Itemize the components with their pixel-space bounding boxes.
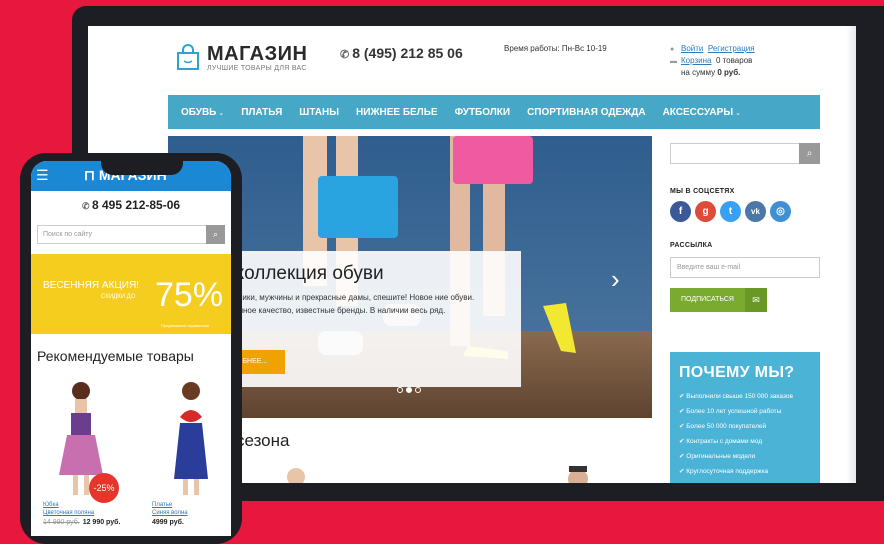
- main-nav: ОБУВЬ ⌄ ПЛАТЬЯ ШТАНЫ НИЖНЕЕ БЕЛЬЕ ФУТБОЛК…: [168, 95, 820, 129]
- slider-next-icon[interactable]: ›: [611, 264, 620, 295]
- register-link[interactable]: Регистрация: [708, 44, 755, 53]
- why-us-box: ПОЧЕМУ МЫ? ✔ Выполнили свыше 150 000 зак…: [670, 352, 820, 483]
- mobile-phone[interactable]: ✆ 8 495 212-85-06: [31, 198, 231, 212]
- social-links: f g t vk ◎: [670, 201, 820, 222]
- search-icon[interactable]: ⌕: [206, 225, 225, 244]
- phone-frame: ☰ ⊓ МАГАЗИН ✆ 8 495 212-85-06 Поиск по с…: [20, 153, 242, 544]
- product-grid: -25% Юбка Цветочная поляна Платье Синяя во…: [31, 379, 231, 536]
- why-us-title: ПОЧЕМУ МЫ?: [679, 364, 795, 381]
- google-plus-icon[interactable]: g: [695, 201, 716, 222]
- why-us-item: ✔ Более 10 лет успешной работы: [679, 408, 782, 415]
- why-us-item: ✔ Контракты с домами мод: [679, 438, 763, 445]
- why-us-item: ✔ Круглосуточная поддержка: [679, 468, 769, 475]
- user-box: ● Войти Регистрация ▬ Корзина 0 товаров на…: [670, 43, 755, 78]
- user-icon: ●: [670, 46, 675, 53]
- promo-subtitle: СКИДКИ ДО: [101, 294, 136, 300]
- working-hours: Время работы: Пн-Вс 10-19: [504, 44, 607, 53]
- season-products-preview: [287, 466, 588, 483]
- nav-item-tshirts[interactable]: ФУТБОЛКИ: [455, 107, 511, 118]
- site-logo[interactable]: МАГАЗИН ЛУЧШИЕ ТОВАРЫ ДЛЯ ВАС: [177, 43, 307, 72]
- discount-badge: -25%: [89, 473, 119, 503]
- subscribe-row: ПОДПИСАТЬСЯ ✉: [670, 288, 820, 312]
- slider-dot[interactable]: [397, 387, 403, 393]
- why-us-item: ✔ Более 50 000 покупателей: [679, 423, 767, 430]
- search-icon[interactable]: ⌕: [799, 143, 820, 164]
- nav-item-dresses[interactable]: ПЛАТЬЯ: [241, 107, 282, 118]
- social-heading: МЫ В СОЦСЕТЯХ: [670, 188, 735, 195]
- recommended-title: Рекомендуемые товары: [37, 348, 194, 364]
- instagram-icon[interactable]: ◎: [770, 201, 791, 222]
- promo-note: Предложение ограничено: [161, 323, 210, 328]
- cart-items: 0 товаров: [715, 56, 753, 65]
- hero-title: я коллекция обуви: [220, 263, 384, 284]
- shopping-bag-icon: ⊓: [84, 167, 99, 183]
- why-us-item: ✔ Оригинальные модели: [679, 453, 756, 460]
- email-field[interactable]: Введите ваш e-mail: [670, 257, 820, 278]
- product-price: 14 990 руб. 12 990 руб.: [43, 519, 121, 526]
- logo-tagline: ЛУЧШИЕ ТОВАРЫ ДЛЯ ВАС: [207, 65, 307, 72]
- phone-icon: ✆: [81, 201, 92, 211]
- product-image-dress[interactable]: [166, 379, 216, 497]
- twitter-icon[interactable]: t: [720, 201, 741, 222]
- why-us-item: ✔ Выполнили свыше 150 000 заказов: [679, 393, 793, 400]
- mobile-screen: ☰ ⊓ МАГАЗИН ✆ 8 495 212-85-06 Поиск по с…: [31, 161, 231, 536]
- product-name[interactable]: Платье Синяя волна: [152, 501, 188, 517]
- subscribe-button[interactable]: ПОДПИСАТЬСЯ: [670, 288, 745, 312]
- mobile-search-input[interactable]: Поиск по сайту: [38, 231, 92, 238]
- cart-icon: ▬: [670, 58, 677, 65]
- chevron-down-icon: ⌄: [735, 109, 741, 117]
- sidebar: ⌕ МЫ В СОЦСЕТЯХ f g t vk ◎ РАССЫЛКА Введ…: [670, 143, 820, 312]
- phone-notch: [101, 161, 183, 175]
- slider-dot[interactable]: [415, 387, 421, 393]
- nav-item-sportswear[interactable]: СПОРТИВНАЯ ОДЕЖДА: [527, 107, 645, 118]
- hamburger-menu-icon[interactable]: ☰: [36, 167, 49, 184]
- cart-link[interactable]: Корзина: [681, 56, 711, 65]
- login-link[interactable]: Войти: [681, 44, 703, 53]
- vk-icon[interactable]: vk: [745, 201, 766, 222]
- shopping-bag-icon: [177, 44, 199, 70]
- screen-edge: [846, 26, 856, 483]
- slider-dots: [397, 387, 424, 393]
- nav-item-underwear[interactable]: НИЖНЕЕ БЕЛЬЕ: [356, 107, 438, 118]
- mobile-search[interactable]: Поиск по сайту ⌕: [37, 225, 225, 244]
- promo-value: 75%: [155, 276, 224, 314]
- newsletter-heading: РАССЫЛКА: [670, 242, 713, 249]
- product-price: 4999 руб.: [152, 519, 184, 526]
- promo-banner[interactable]: ВЕСЕННЯЯ АКЦИЯ! СКИДКИ ДО 75% Предложени…: [31, 254, 231, 334]
- season-section-title: сезона: [236, 431, 290, 450]
- facebook-icon[interactable]: f: [670, 201, 691, 222]
- product-name[interactable]: Юбка Цветочная поляна: [43, 501, 94, 517]
- promo-title: ВЕСЕННЯЯ АКЦИЯ!: [43, 280, 139, 291]
- header-phone[interactable]: ✆ 8 (495) 212 85 06: [340, 45, 463, 61]
- nav-item-accessories[interactable]: АКСЕССУАРЫ ⌄: [663, 107, 741, 118]
- nav-item-shoes[interactable]: ОБУВЬ ⌄: [181, 107, 224, 118]
- cart-sum: 0 руб.: [717, 68, 741, 77]
- slider-dot-active[interactable]: [406, 387, 412, 393]
- sidebar-search[interactable]: ⌕: [670, 143, 820, 164]
- logo-title: МАГАЗИН: [207, 43, 308, 65]
- phone-icon: ✆: [340, 49, 350, 61]
- nav-item-pants[interactable]: ШТАНЫ: [299, 107, 339, 118]
- hero-text: мальчики, мужчины и прекрасные дамы, спе…: [220, 293, 475, 315]
- phone-number: 8 (495) 212 85 06: [352, 45, 463, 61]
- envelope-icon[interactable]: ✉: [744, 288, 767, 312]
- cart-sum-label: на сумму: [681, 68, 716, 77]
- chevron-down-icon: ⌄: [218, 109, 225, 117]
- old-price: 14 990 руб.: [43, 519, 80, 526]
